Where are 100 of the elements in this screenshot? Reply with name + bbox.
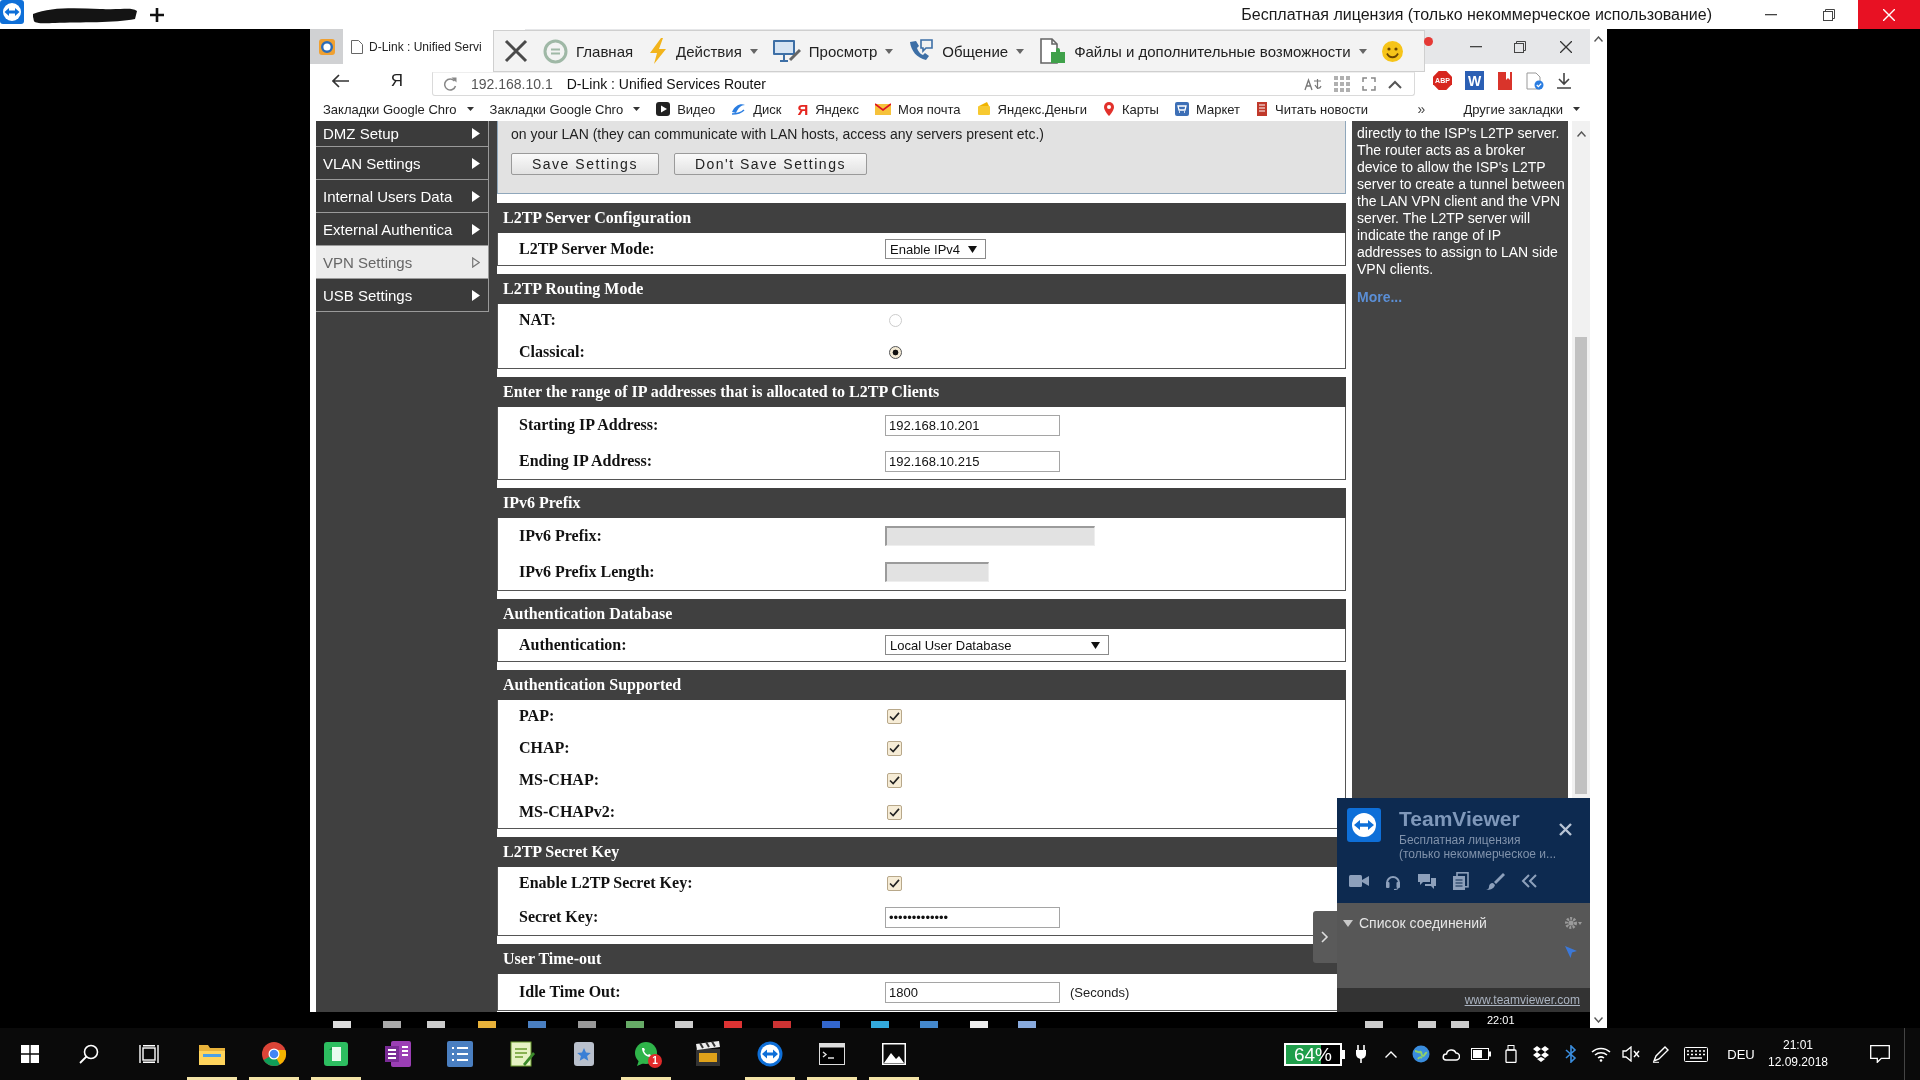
field-label: Starting IP Address: — [519, 416, 659, 434]
form-button[interactable]: Don't Save Settings — [673, 153, 867, 175]
sidebar-item[interactable]: External Authentica — [316, 213, 489, 246]
globe-icon[interactable] — [1412, 1045, 1430, 1063]
scrollbar-thumb[interactable] — [1575, 337, 1587, 794]
swoosh-icon — [731, 102, 747, 116]
panel-handle[interactable] — [1313, 911, 1337, 963]
triangle-right-icon — [472, 157, 480, 169]
page-title: D-Link : Unified Services Router — [566, 76, 766, 92]
notifications-icon[interactable] — [1870, 1045, 1890, 1063]
map-pin-icon — [1102, 102, 1115, 116]
new-tab-button[interactable] — [150, 7, 164, 22]
plug-icon[interactable] — [1355, 1045, 1367, 1063]
minimize-icon — [1765, 13, 1777, 16]
bookmark-icon[interactable] — [1497, 71, 1513, 90]
arrow-up-icon[interactable] — [1594, 36, 1603, 42]
diamonds-icon[interactable] — [1532, 1046, 1550, 1062]
sidebar-item[interactable]: DMZ Setup — [316, 121, 489, 147]
page-check-icon[interactable] — [1526, 71, 1544, 90]
radio-button[interactable] — [889, 345, 902, 359]
gear-icon[interactable] — [1564, 916, 1582, 930]
monitor-pen-icon — [772, 39, 801, 63]
bookmark-link[interactable]: Моя почта — [874, 99, 961, 119]
field-label: IPv6 Prefix Length: — [519, 563, 655, 581]
sidebar-item[interactable]: VLAN Settings — [316, 147, 489, 180]
more-bookmarks-button[interactable]: » — [1417, 99, 1426, 119]
toolbar-menu-button[interactable]: Просмотр — [772, 35, 894, 67]
toolbar-menu-button[interactable]: Действия — [648, 35, 758, 67]
field-label: CHAP: — [519, 739, 570, 757]
password-field[interactable]: ••••••••••••• — [885, 906, 1060, 928]
download-icon[interactable] — [1557, 72, 1571, 89]
toolbar-menu-button[interactable]: Файлы и дополнительные возможности — [1039, 35, 1367, 67]
restore-icon — [1514, 40, 1526, 53]
text-field[interactable]: 192.168.10.215 — [885, 450, 1060, 472]
speaker-muted-icon[interactable] — [1622, 1046, 1640, 1062]
bookmark-link[interactable]: Диск — [731, 99, 782, 119]
toolbar-menu-button[interactable]: Общение — [908, 35, 1025, 67]
checkbox[interactable] — [887, 804, 902, 820]
checkbox[interactable] — [887, 772, 902, 788]
keyboard-icon[interactable] — [1684, 1046, 1708, 1062]
pen-icon[interactable] — [1652, 1045, 1670, 1063]
arrow-down-icon[interactable] — [1594, 1017, 1603, 1023]
refresh-icon[interactable] — [443, 77, 457, 91]
close-button[interactable] — [1559, 823, 1572, 836]
start-icon — [20, 1045, 39, 1063]
section-header: L2TP Routing Mode — [497, 274, 1346, 304]
bookmark-link[interactable]: Я Яндекс — [797, 99, 859, 119]
scrollbar[interactable] — [1590, 29, 1607, 1028]
unread-count: 1 — [648, 1054, 662, 1068]
dropdown-arrow-icon — [968, 245, 978, 253]
field-label: PAP: — [519, 707, 555, 725]
sidebar-item[interactable]: USB Settings — [316, 279, 489, 312]
form-button[interactable]: Save Settings — [511, 153, 659, 175]
field-label: NAT: — [519, 311, 556, 329]
text-field[interactable]: 192.168.10.201 — [885, 414, 1060, 436]
sidebar-item[interactable]: Internal Users Data — [316, 180, 489, 213]
cloud-icon[interactable] — [1442, 1046, 1460, 1062]
envelope-icon — [874, 102, 891, 116]
checkmark-icon — [889, 807, 900, 817]
dropdown[interactable]: Local User Database — [885, 635, 1109, 655]
bookmark-link[interactable]: Маркет — [1174, 99, 1240, 119]
double-chevron-left-icon — [1521, 874, 1537, 888]
dropdown-arrow-icon — [1091, 641, 1100, 649]
taskbar-app-button[interactable]: 1 — [615, 1028, 677, 1080]
wifi-icon[interactable] — [1591, 1046, 1611, 1062]
bookmark-link[interactable]: Видео — [656, 99, 716, 119]
clock[interactable]: 21:01 12.09.2018 — [1766, 1037, 1830, 1071]
bookmark-link[interactable]: Яндекс.Деньги — [976, 99, 1087, 119]
translate-icon[interactable] — [1304, 77, 1322, 91]
bookmark-folder[interactable]: Закладки Google Chro — [489, 99, 641, 119]
bookmark-folder[interactable]: Другие закладки — [1463, 99, 1580, 119]
brush-icon — [1485, 871, 1505, 891]
close-icon — [504, 39, 528, 63]
dropdown[interactable]: Enable IPv4 — [885, 239, 987, 259]
home-button[interactable]: Я — [386, 70, 408, 91]
usb-drive-icon[interactable] — [1505, 1045, 1517, 1063]
checkbox[interactable] — [887, 875, 902, 891]
back-arrow-icon — [332, 73, 350, 88]
chevron-up-icon[interactable] — [1388, 79, 1402, 89]
extension-button[interactable]: W — [1465, 71, 1484, 90]
window-title: Бесплатная лицензия (только некоммерческое использование) — [1241, 5, 1712, 24]
bookmark-link[interactable]: Читать новости — [1256, 99, 1369, 119]
notepad-app-icon — [509, 1041, 535, 1067]
bookmark-folder[interactable]: Закладки Google Chro — [323, 99, 474, 119]
scrollbar[interactable] — [1572, 121, 1590, 798]
address-bar[interactable]: 192.168.10.1 D-Link : Unified Services Router — [432, 72, 1415, 96]
battery-icon[interactable] — [1471, 1048, 1491, 1060]
text-field[interactable]: 1800 — [885, 981, 1060, 1003]
teamviewer-logo-icon — [757, 1041, 783, 1067]
bookmark-link[interactable]: Карты — [1102, 99, 1159, 119]
toolbar-menu-button[interactable]: Главная — [543, 35, 634, 67]
checkbox[interactable] — [887, 708, 902, 724]
camera-icon — [1349, 873, 1369, 889]
checkbox[interactable] — [887, 740, 902, 756]
triangle-outline-icon — [472, 256, 480, 268]
triangle-right-icon — [472, 289, 480, 301]
bluetooth-icon[interactable] — [1565, 1045, 1577, 1063]
language-indicator[interactable]: DEU — [1716, 1046, 1766, 1062]
connections-toggle[interactable]: Список соединений — [1343, 915, 1487, 931]
sidebar-item[interactable]: VPN Settings — [316, 246, 489, 279]
